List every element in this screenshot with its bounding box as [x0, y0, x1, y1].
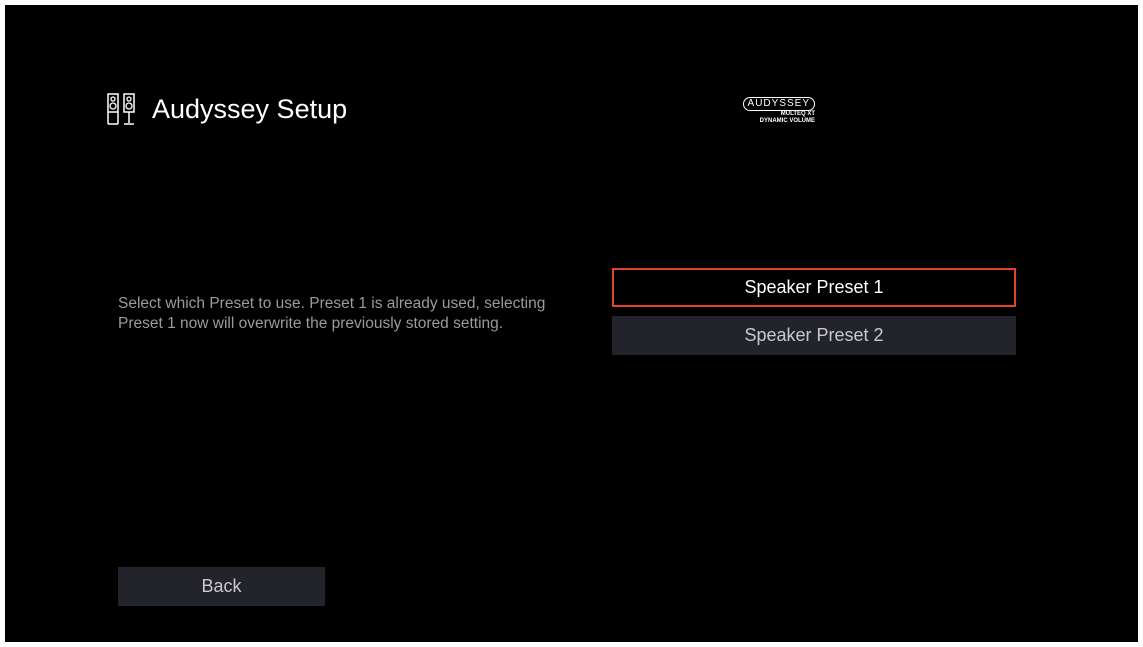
audyssey-setup-screen: Audyssey Setup AUDYSSEY MULTEQ XT DYNAMI…	[5, 5, 1138, 642]
page-header: Audyssey Setup	[107, 91, 347, 127]
logo-dynamic-volume: DYNAMIC VOLUME	[759, 118, 815, 124]
speaker-icon	[107, 93, 135, 125]
logo-brand: AUDYSSEY	[742, 97, 815, 111]
back-button[interactable]: Back	[118, 567, 325, 606]
description-text: Select which Preset to use. Preset 1 is …	[118, 295, 546, 332]
speaker-preset-2-button[interactable]: Speaker Preset 2	[612, 316, 1016, 355]
page-title: Audyssey Setup	[152, 93, 348, 124]
speaker-preset-1-button[interactable]: Speaker Preset 1	[612, 268, 1016, 307]
logo-multeq: MULTEQ XT	[780, 111, 815, 117]
audyssey-logo: AUDYSSEY MULTEQ XT DYNAMIC VOLUME	[729, 93, 815, 125]
